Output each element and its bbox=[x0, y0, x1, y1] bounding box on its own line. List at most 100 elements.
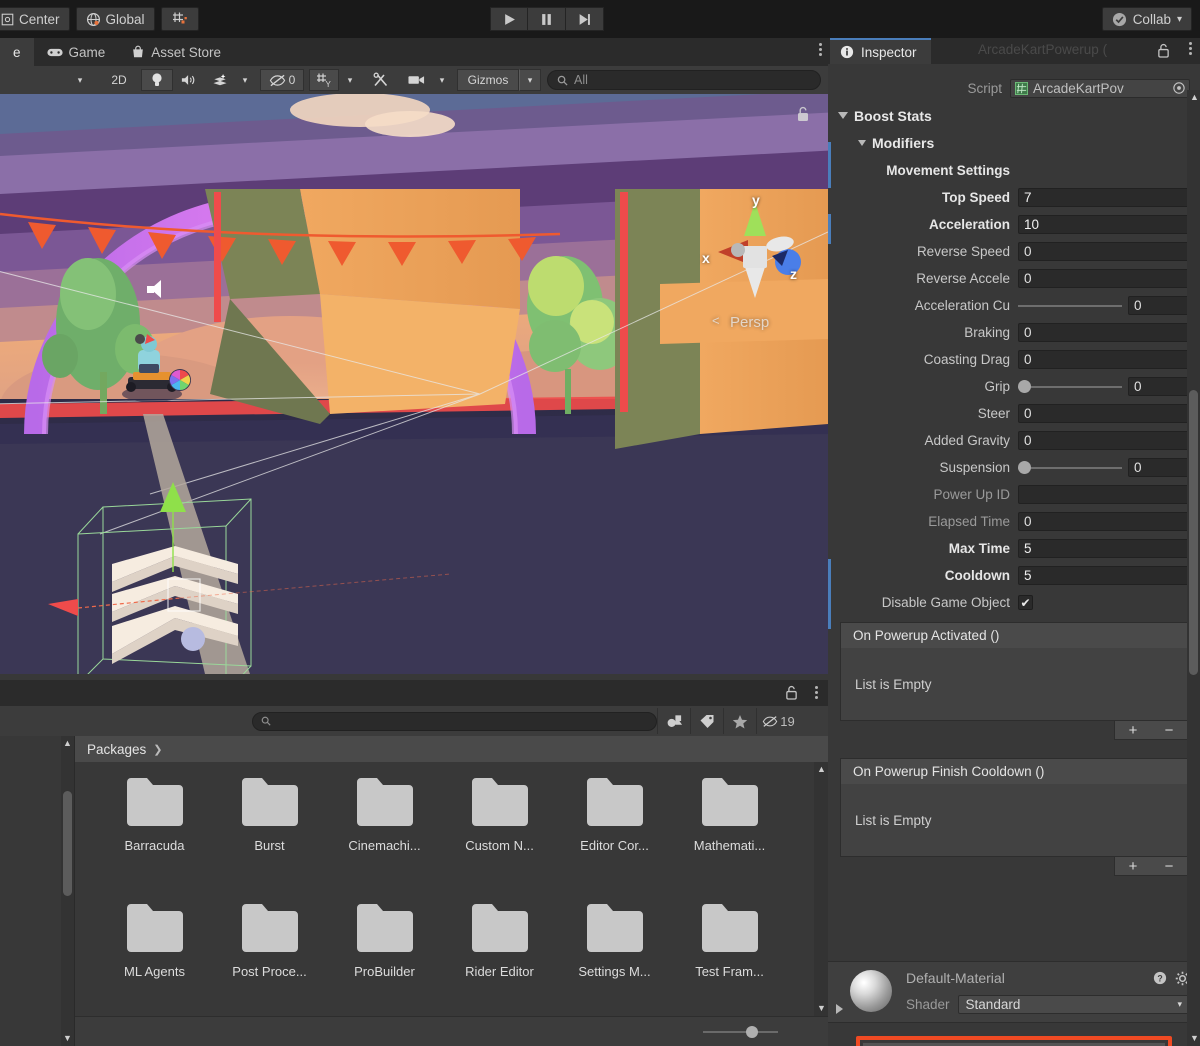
modifier-value-field[interactable]: 0 bbox=[1128, 458, 1190, 477]
projection-mode-label[interactable]: Persp bbox=[730, 314, 769, 331]
step-button[interactable] bbox=[566, 7, 604, 31]
disable-game-object-checkbox[interactable]: ✔ bbox=[1018, 595, 1033, 610]
tab-game[interactable]: Game bbox=[34, 38, 119, 66]
tab-asset-store[interactable]: Asset Store bbox=[118, 38, 234, 66]
handle-space-button[interactable]: Global bbox=[75, 7, 155, 31]
modifier-value-field[interactable]: 0 bbox=[1018, 269, 1190, 288]
toggle-audio-button[interactable] bbox=[173, 69, 205, 91]
toggle-lighting-button[interactable] bbox=[141, 69, 173, 91]
power-up-id-field[interactable] bbox=[1018, 485, 1190, 504]
breadcrumb-packages[interactable]: Packages bbox=[87, 742, 146, 757]
camera-dropdown[interactable]: ▾ bbox=[432, 69, 452, 91]
modifier-value-field[interactable]: 7 bbox=[1018, 188, 1190, 207]
scene-search-input[interactable]: All bbox=[547, 70, 821, 90]
event-add-button[interactable]: + bbox=[1129, 858, 1138, 875]
tab-inspector[interactable]: Inspector bbox=[830, 38, 931, 64]
add-component-button[interactable]: Add Component bbox=[862, 1042, 1166, 1046]
inspector-scroll-up-icon[interactable]: ▲ bbox=[1190, 92, 1199, 102]
boost-stats-foldout[interactable]: Boost Stats bbox=[828, 102, 1200, 129]
shading-mode-dropdown[interactable]: ▾ bbox=[63, 69, 97, 91]
modifier-value-field[interactable]: 0 bbox=[1018, 404, 1190, 423]
hidden-objects-button[interactable]: 0 bbox=[260, 69, 304, 91]
modifier-value-field[interactable]: 10 bbox=[1018, 215, 1190, 234]
project-search-input[interactable] bbox=[252, 711, 657, 731]
asset-folder-item[interactable]: Burst bbox=[212, 776, 327, 902]
slider-knob[interactable] bbox=[1018, 461, 1031, 474]
fx-dropdown[interactable]: ▾ bbox=[235, 69, 255, 91]
scene-orientation-gizmo[interactable] bbox=[700, 194, 810, 314]
event-remove-button[interactable]: − bbox=[1165, 722, 1174, 739]
project-lock-icon[interactable] bbox=[785, 685, 798, 700]
favorites-button[interactable] bbox=[723, 708, 756, 734]
modifier-value-field[interactable]: 0 bbox=[1018, 350, 1190, 369]
asset-zoom-slider[interactable] bbox=[703, 1025, 778, 1038]
asset-folder-item[interactable]: Editor Cor... bbox=[557, 776, 672, 902]
modifiers-foldout[interactable]: Modifiers bbox=[828, 129, 1200, 156]
elapsed-time-field[interactable]: 0 bbox=[1018, 512, 1190, 531]
toggle-2d-button[interactable]: 2D bbox=[102, 69, 136, 91]
scene-panel-menu-icon[interactable] bbox=[819, 43, 822, 56]
asset-folder-item[interactable]: Barracuda bbox=[97, 776, 212, 902]
modifier-value-field[interactable]: 0 bbox=[1128, 377, 1190, 396]
asset-folder-item[interactable]: Cinemachi... bbox=[327, 776, 442, 902]
tree-scroll-up-icon[interactable]: ▲ bbox=[63, 738, 72, 748]
grid-visibility-button[interactable]: Y bbox=[309, 69, 339, 91]
project-grid-scrollbar[interactable]: ▲ ▼ bbox=[814, 762, 828, 1016]
event-remove-button[interactable]: − bbox=[1165, 858, 1174, 875]
script-object-field[interactable]: ArcadeKartPov bbox=[1010, 78, 1190, 98]
inspector-lock-icon[interactable] bbox=[1157, 43, 1170, 58]
asset-folder-item[interactable]: ML Agents bbox=[97, 902, 212, 1028]
hidden-assets-button[interactable]: 19 bbox=[756, 708, 800, 734]
modifier-value-field[interactable]: 0 bbox=[1018, 242, 1190, 261]
event-add-button[interactable]: + bbox=[1129, 722, 1138, 739]
inspector-menu-icon[interactable] bbox=[1189, 42, 1192, 55]
asset-zoom-knob[interactable] bbox=[746, 1025, 758, 1038]
scene-lock-icon[interactable] bbox=[796, 106, 810, 122]
grid-scroll-down-icon[interactable]: ▼ bbox=[817, 1003, 826, 1013]
pause-button[interactable] bbox=[528, 7, 566, 31]
project-menu-icon[interactable] bbox=[815, 686, 818, 699]
material-expand-icon[interactable] bbox=[836, 974, 843, 1014]
modifier-value-field[interactable]: 0 bbox=[1018, 323, 1190, 342]
asset-folder-item[interactable]: Post Proce... bbox=[212, 902, 327, 1028]
asset-folder-item[interactable]: Mathemati... bbox=[672, 776, 787, 902]
project-tree-scrollbar[interactable]: ▲ ▼ bbox=[61, 736, 74, 1046]
asset-folder-item[interactable]: Settings M... bbox=[557, 902, 672, 1028]
tab-scene[interactable]: e bbox=[0, 38, 34, 66]
filter-by-type-button[interactable] bbox=[657, 708, 690, 734]
modifier-slider[interactable] bbox=[1018, 296, 1122, 315]
scene-camera-button[interactable] bbox=[401, 69, 432, 91]
asset-folder-item[interactable]: ProBuilder bbox=[327, 902, 442, 1028]
asset-folder-item[interactable]: Test Fram... bbox=[672, 902, 787, 1028]
inspector-scroll-thumb[interactable] bbox=[1189, 390, 1198, 675]
gizmos-dropdown[interactable]: ▾ bbox=[519, 69, 541, 91]
gizmos-button[interactable]: Gizmos bbox=[457, 69, 519, 91]
modifier-slider[interactable] bbox=[1018, 377, 1122, 396]
pivot-mode-button[interactable]: Center bbox=[0, 7, 70, 31]
toggle-fx-button[interactable] bbox=[205, 69, 235, 91]
scene-viewport[interactable]: y x z Persp < bbox=[0, 94, 828, 674]
grid-snap-button[interactable] bbox=[160, 7, 199, 31]
asset-grid[interactable]: Barracuda Burst Cinemachi... Custom N... Edi… bbox=[75, 762, 814, 1016]
asset-folder-item[interactable]: Custom N... bbox=[442, 776, 557, 902]
slider-knob[interactable] bbox=[1018, 380, 1031, 393]
grid-scroll-up-icon[interactable]: ▲ bbox=[817, 764, 826, 774]
max-time-field[interactable]: 5 bbox=[1018, 539, 1190, 558]
scene-tools-button[interactable] bbox=[366, 69, 396, 91]
modifier-value-field[interactable]: 0 bbox=[1128, 296, 1190, 315]
grid-dropdown[interactable]: ▾ bbox=[339, 69, 361, 91]
play-button[interactable] bbox=[490, 7, 528, 31]
inspector-scrollbar[interactable]: ▲ ▼ bbox=[1187, 90, 1200, 1046]
shader-dropdown[interactable]: Standard ▾ bbox=[957, 995, 1190, 1014]
cooldown-field[interactable]: 5 bbox=[1018, 566, 1190, 585]
tree-scroll-down-icon[interactable]: ▼ bbox=[63, 1033, 72, 1043]
collab-button[interactable]: Collab ▾ bbox=[1101, 7, 1192, 31]
modifier-slider[interactable] bbox=[1018, 458, 1122, 477]
object-picker-icon[interactable] bbox=[1173, 82, 1185, 94]
tree-scroll-thumb[interactable] bbox=[63, 791, 72, 896]
modifier-value-field[interactable]: 0 bbox=[1018, 431, 1190, 450]
asset-folder-item[interactable]: Rider Editor bbox=[442, 902, 557, 1028]
help-icon[interactable]: ? bbox=[1153, 971, 1167, 985]
inspector-scroll-down-icon[interactable]: ▼ bbox=[1190, 1033, 1199, 1043]
project-tree-pane[interactable]: ▲ ▼ bbox=[0, 736, 75, 1046]
